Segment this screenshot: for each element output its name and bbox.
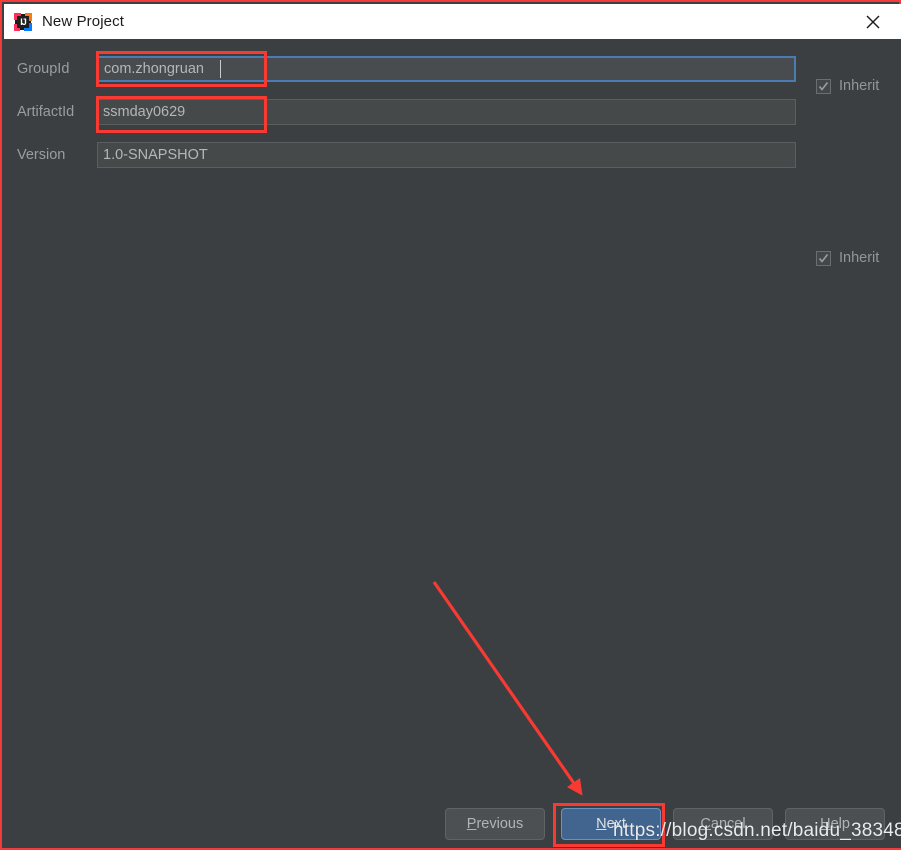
text-caret — [220, 60, 221, 78]
checkbox-icon[interactable] — [816, 78, 831, 94]
help-button-mnemonic: H — [820, 816, 831, 832]
form-row-version: Version Inherit — [4, 142, 901, 266]
inherit-label: Inherit — [839, 78, 880, 94]
next-button-mnemonic: N — [596, 816, 607, 832]
cancel-button[interactable]: Cancel — [673, 808, 773, 840]
intellij-idea-icon-glyph: IJ — [17, 15, 29, 28]
groupid-label: GroupId — [17, 61, 70, 77]
form-row-artifactid: ArtifactId — [4, 99, 901, 125]
checkbox-icon[interactable] — [816, 250, 831, 266]
inherit-checkbox-version[interactable]: Inherit — [816, 245, 879, 271]
next-button-label: ext — [606, 816, 626, 832]
groupid-input[interactable] — [97, 56, 796, 82]
new-project-dialog-window: IJ New Project GroupId Inherit — [0, 0, 901, 850]
previous-button[interactable]: Previous — [445, 808, 545, 840]
title-bar: IJ New Project — [4, 4, 901, 39]
version-input[interactable] — [97, 142, 796, 168]
help-button[interactable]: Help — [785, 808, 885, 840]
dialog-button-bar: Previous Next Cancel Help — [4, 808, 901, 848]
cancel-button-label: ancel — [710, 816, 746, 832]
previous-button-label: revious — [476, 816, 524, 832]
dialog-content: GroupId Inherit ArtifactId Version — [4, 39, 901, 848]
previous-button-mnemonic: P — [466, 816, 477, 832]
next-button[interactable]: Next — [561, 808, 661, 840]
window-title: New Project — [42, 13, 124, 30]
inherit-label: Inherit — [839, 250, 880, 266]
help-button-label: elp — [830, 816, 850, 832]
cancel-button-mnemonic: C — [700, 816, 711, 832]
version-label: Version — [17, 147, 66, 163]
inherit-checkbox-groupid[interactable]: Inherit — [816, 73, 879, 99]
form-row-groupid: GroupId Inherit — [4, 56, 901, 94]
artifactid-input[interactable] — [97, 99, 796, 125]
close-icon[interactable] — [845, 4, 901, 39]
intellij-idea-icon: IJ — [14, 12, 32, 31]
artifactid-label: ArtifactId — [17, 104, 75, 120]
